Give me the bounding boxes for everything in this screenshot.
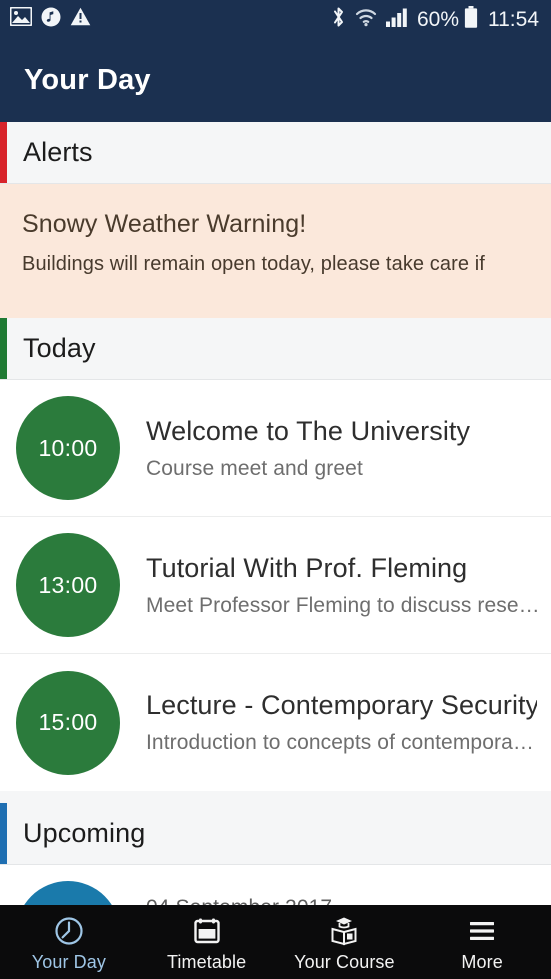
section-header-today: Today: [0, 318, 551, 380]
section-gap: [0, 791, 551, 803]
nav-item-timetable[interactable]: Timetable: [138, 905, 276, 979]
event-title: Tutorial With Prof. Fleming: [146, 552, 468, 583]
nav-label: Timetable: [166, 951, 247, 972]
event-time-badge: 15:00: [16, 670, 120, 775]
signal-icon: [385, 7, 409, 32]
app-bar: Your Day: [0, 38, 551, 122]
event-row[interactable]: 10:00 Welcome to The University Course m…: [0, 380, 551, 517]
graduation-book-icon: [329, 916, 359, 946]
nav-item-your-course[interactable]: Your Course: [276, 905, 414, 979]
event-title: Welcome to The University: [146, 415, 471, 446]
status-bar-right: 60% 11:54: [322, 5, 539, 33]
status-bar: 60% 11:54: [0, 0, 551, 38]
app-screen: 60% 11:54 Your Day Alerts Snowy Weather …: [0, 0, 551, 979]
calendar-icon: [192, 916, 222, 946]
alert-card[interactable]: Snowy Weather Warning! Buildings will re…: [0, 184, 551, 318]
nav-label: Your Day: [31, 951, 106, 972]
nav-label: More: [461, 951, 503, 972]
nav-label: Your Course: [294, 951, 395, 972]
bluetooth-icon: [331, 6, 346, 33]
alert-title: Snowy Weather Warning!: [22, 210, 307, 238]
event-time-badge: 10:00: [16, 396, 120, 500]
section-header-alerts: Alerts: [0, 122, 551, 184]
event-time-badge: 13:00: [16, 533, 120, 637]
scroll-content[interactable]: Alerts Snowy Weather Warning! Buildings …: [0, 122, 551, 979]
section-accent-bar: [0, 318, 7, 379]
bottom-navigation-bar: Your Day Timetable Your Course More: [0, 905, 551, 979]
alert-body: Buildings will remain open today, please…: [22, 253, 485, 275]
clock-icon: [54, 916, 84, 946]
section-title-upcoming: Upcoming: [23, 818, 146, 848]
event-row[interactable]: 15:00 Lecture - Contemporary Security In…: [0, 654, 551, 791]
status-bar-left: [9, 6, 100, 32]
section-title-alerts: Alerts: [23, 137, 93, 167]
event-text: Lecture - Contemporary Security Introduc…: [120, 690, 537, 755]
section-accent-bar: [0, 803, 7, 864]
warning-triangle-icon: [70, 7, 91, 31]
event-row[interactable]: 13:00 Tutorial With Prof. Fleming Meet P…: [0, 517, 551, 654]
event-subtitle: Meet Professor Fleming to discuss rese…: [146, 593, 537, 617]
event-text: Tutorial With Prof. Fleming Meet Profess…: [120, 553, 537, 618]
battery-icon: [464, 5, 478, 33]
section-accent-bar: [0, 122, 7, 183]
music-note-icon: [41, 7, 61, 32]
image-icon: [9, 6, 33, 31]
hamburger-menu-icon: [467, 916, 497, 946]
battery-percent-label: 60%: [416, 7, 459, 31]
clock-label: 11:54: [488, 7, 539, 31]
wifi-icon: [355, 7, 377, 32]
section-title-today: Today: [23, 333, 96, 363]
nav-item-your-day[interactable]: Your Day: [0, 905, 138, 979]
event-title: Lecture - Contemporary Security: [146, 690, 537, 720]
event-text: Welcome to The University Course meet an…: [120, 416, 470, 481]
page-title: Your Day: [24, 63, 151, 96]
event-subtitle: Course meet and greet: [146, 456, 363, 480]
event-subtitle: Introduction to concepts of contempora…: [146, 731, 534, 754]
nav-item-more[interactable]: More: [413, 905, 551, 979]
section-header-upcoming: Upcoming: [0, 803, 551, 865]
